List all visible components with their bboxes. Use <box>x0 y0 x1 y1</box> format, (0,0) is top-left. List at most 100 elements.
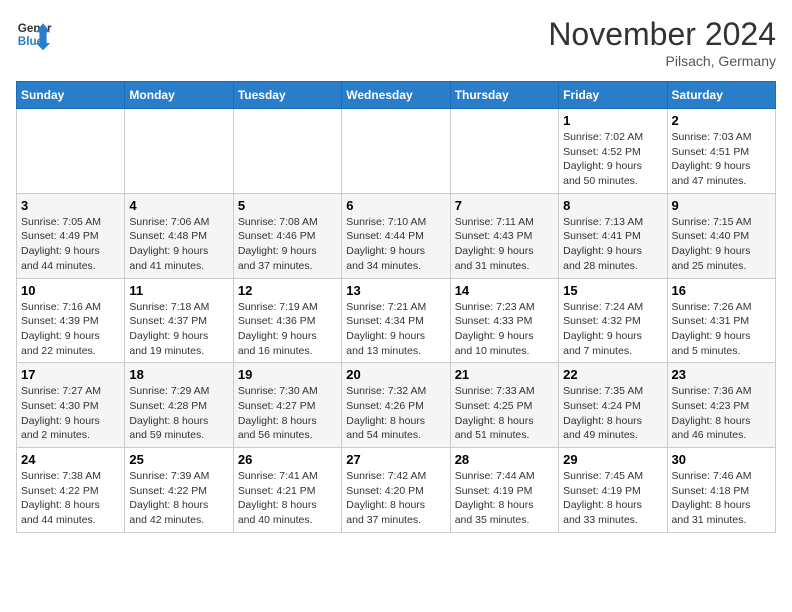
day-info: Sunrise: 7:02 AMSunset: 4:52 PMDaylight:… <box>563 130 662 189</box>
calendar-header-cell: Tuesday <box>233 82 341 109</box>
calendar-cell: 7 Sunrise: 7:11 AMSunset: 4:43 PMDaylight… <box>450 193 558 278</box>
day-number: 19 <box>238 367 337 382</box>
logo-icon: General Blue <box>16 16 52 52</box>
calendar-cell <box>17 109 125 194</box>
calendar-cell: 5 Sunrise: 7:08 AMSunset: 4:46 PMDaylight… <box>233 193 341 278</box>
calendar-cell: 14 Sunrise: 7:23 AMSunset: 4:33 PMDayligh… <box>450 278 558 363</box>
day-number: 16 <box>672 283 771 298</box>
day-info: Sunrise: 7:46 AMSunset: 4:18 PMDaylight:… <box>672 469 771 528</box>
calendar-body: 1 Sunrise: 7:02 AMSunset: 4:52 PMDaylight… <box>17 109 776 533</box>
calendar-cell: 16Sunrise: 7:26 AMSunset: 4:31 PMDayligh… <box>667 278 775 363</box>
page-header: General Blue November 2024 Pilsach, Germ… <box>16 16 776 69</box>
day-info: Sunrise: 7:06 AMSunset: 4:48 PMDaylight:… <box>129 215 228 274</box>
calendar-week-row: 10 Sunrise: 7:16 AMSunset: 4:39 PMDayligh… <box>17 278 776 363</box>
day-number: 28 <box>455 452 554 467</box>
calendar-cell: 28Sunrise: 7:44 AMSunset: 4:19 PMDayligh… <box>450 448 558 533</box>
day-info: Sunrise: 7:15 AMSunset: 4:40 PMDaylight:… <box>672 215 771 274</box>
calendar-header-row: SundayMondayTuesdayWednesdayThursdayFrid… <box>17 82 776 109</box>
calendar-header-cell: Monday <box>125 82 233 109</box>
day-info: Sunrise: 7:18 AMSunset: 4:37 PMDaylight:… <box>129 300 228 359</box>
day-info: Sunrise: 7:16 AMSunset: 4:39 PMDaylight:… <box>21 300 120 359</box>
day-info: Sunrise: 7:27 AMSunset: 4:30 PMDaylight:… <box>21 384 120 443</box>
calendar-cell: 13 Sunrise: 7:21 AMSunset: 4:34 PMDayligh… <box>342 278 450 363</box>
calendar-cell <box>125 109 233 194</box>
calendar-cell: 1 Sunrise: 7:02 AMSunset: 4:52 PMDaylight… <box>559 109 667 194</box>
day-number: 5 <box>238 198 337 213</box>
day-info: Sunrise: 7:03 AMSunset: 4:51 PMDaylight:… <box>672 130 771 189</box>
calendar-cell: 27 Sunrise: 7:42 AMSunset: 4:20 PMDayligh… <box>342 448 450 533</box>
calendar-cell: 24 Sunrise: 7:38 AMSunset: 4:22 PMDayligh… <box>17 448 125 533</box>
day-number: 3 <box>21 198 120 213</box>
calendar-cell: 22Sunrise: 7:35 AMSunset: 4:24 PMDayligh… <box>559 363 667 448</box>
calendar-cell: 19Sunrise: 7:30 AMSunset: 4:27 PMDayligh… <box>233 363 341 448</box>
day-number: 25 <box>129 452 228 467</box>
month-title: November 2024 <box>548 16 776 53</box>
day-number: 9 <box>672 198 771 213</box>
day-number: 1 <box>563 113 662 128</box>
day-number: 23 <box>672 367 771 382</box>
day-number: 18 <box>129 367 228 382</box>
calendar-header-cell: Thursday <box>450 82 558 109</box>
calendar-cell: 23 Sunrise: 7:36 AMSunset: 4:23 PMDayligh… <box>667 363 775 448</box>
calendar-cell: 4 Sunrise: 7:06 AMSunset: 4:48 PMDaylight… <box>125 193 233 278</box>
day-info: Sunrise: 7:23 AMSunset: 4:33 PMDaylight:… <box>455 300 554 359</box>
calendar-cell: 21 Sunrise: 7:33 AMSunset: 4:25 PMDayligh… <box>450 363 558 448</box>
day-info: Sunrise: 7:08 AMSunset: 4:46 PMDaylight:… <box>238 215 337 274</box>
calendar-cell: 8 Sunrise: 7:13 AMSunset: 4:41 PMDaylight… <box>559 193 667 278</box>
logo: General Blue <box>16 16 52 52</box>
day-info: Sunrise: 7:21 AMSunset: 4:34 PMDaylight:… <box>346 300 445 359</box>
day-number: 29 <box>563 452 662 467</box>
calendar-cell: 29Sunrise: 7:45 AMSunset: 4:19 PMDayligh… <box>559 448 667 533</box>
day-number: 26 <box>238 452 337 467</box>
day-number: 17 <box>21 367 120 382</box>
calendar-header-cell: Sunday <box>17 82 125 109</box>
day-info: Sunrise: 7:42 AMSunset: 4:20 PMDaylight:… <box>346 469 445 528</box>
day-number: 30 <box>672 452 771 467</box>
day-number: 20 <box>346 367 445 382</box>
calendar-week-row: 1 Sunrise: 7:02 AMSunset: 4:52 PMDaylight… <box>17 109 776 194</box>
calendar-cell: 17 Sunrise: 7:27 AMSunset: 4:30 PMDayligh… <box>17 363 125 448</box>
calendar-cell: 25 Sunrise: 7:39 AMSunset: 4:22 PMDayligh… <box>125 448 233 533</box>
day-info: Sunrise: 7:33 AMSunset: 4:25 PMDaylight:… <box>455 384 554 443</box>
day-info: Sunrise: 7:29 AMSunset: 4:28 PMDaylight:… <box>129 384 228 443</box>
calendar-cell: 30 Sunrise: 7:46 AMSunset: 4:18 PMDayligh… <box>667 448 775 533</box>
day-info: Sunrise: 7:38 AMSunset: 4:22 PMDaylight:… <box>21 469 120 528</box>
calendar: SundayMondayTuesdayWednesdayThursdayFrid… <box>16 81 776 533</box>
day-number: 8 <box>563 198 662 213</box>
day-number: 12 <box>238 283 337 298</box>
calendar-cell: 3Sunrise: 7:05 AMSunset: 4:49 PMDaylight… <box>17 193 125 278</box>
day-number: 13 <box>346 283 445 298</box>
title-block: November 2024 Pilsach, Germany <box>548 16 776 69</box>
day-number: 6 <box>346 198 445 213</box>
location: Pilsach, Germany <box>548 53 776 69</box>
calendar-cell: 9 Sunrise: 7:15 AMSunset: 4:40 PMDaylight… <box>667 193 775 278</box>
calendar-header-cell: Saturday <box>667 82 775 109</box>
day-number: 10 <box>21 283 120 298</box>
calendar-cell <box>233 109 341 194</box>
day-number: 24 <box>21 452 120 467</box>
calendar-cell: 20Sunrise: 7:32 AMSunset: 4:26 PMDayligh… <box>342 363 450 448</box>
day-info: Sunrise: 7:24 AMSunset: 4:32 PMDaylight:… <box>563 300 662 359</box>
day-info: Sunrise: 7:11 AMSunset: 4:43 PMDaylight:… <box>455 215 554 274</box>
day-number: 2 <box>672 113 771 128</box>
day-number: 14 <box>455 283 554 298</box>
day-info: Sunrise: 7:35 AMSunset: 4:24 PMDaylight:… <box>563 384 662 443</box>
calendar-cell <box>342 109 450 194</box>
calendar-cell: 18 Sunrise: 7:29 AMSunset: 4:28 PMDayligh… <box>125 363 233 448</box>
calendar-header-cell: Wednesday <box>342 82 450 109</box>
calendar-cell <box>450 109 558 194</box>
day-info: Sunrise: 7:10 AMSunset: 4:44 PMDaylight:… <box>346 215 445 274</box>
day-number: 4 <box>129 198 228 213</box>
day-number: 15 <box>563 283 662 298</box>
day-info: Sunrise: 7:36 AMSunset: 4:23 PMDaylight:… <box>672 384 771 443</box>
calendar-cell: 15 Sunrise: 7:24 AMSunset: 4:32 PMDayligh… <box>559 278 667 363</box>
day-info: Sunrise: 7:13 AMSunset: 4:41 PMDaylight:… <box>563 215 662 274</box>
calendar-cell: 12Sunrise: 7:19 AMSunset: 4:36 PMDayligh… <box>233 278 341 363</box>
day-info: Sunrise: 7:39 AMSunset: 4:22 PMDaylight:… <box>129 469 228 528</box>
day-number: 21 <box>455 367 554 382</box>
calendar-cell: 11Sunrise: 7:18 AMSunset: 4:37 PMDayligh… <box>125 278 233 363</box>
day-number: 7 <box>455 198 554 213</box>
calendar-cell: 6 Sunrise: 7:10 AMSunset: 4:44 PMDaylight… <box>342 193 450 278</box>
day-number: 27 <box>346 452 445 467</box>
calendar-week-row: 3Sunrise: 7:05 AMSunset: 4:49 PMDaylight… <box>17 193 776 278</box>
